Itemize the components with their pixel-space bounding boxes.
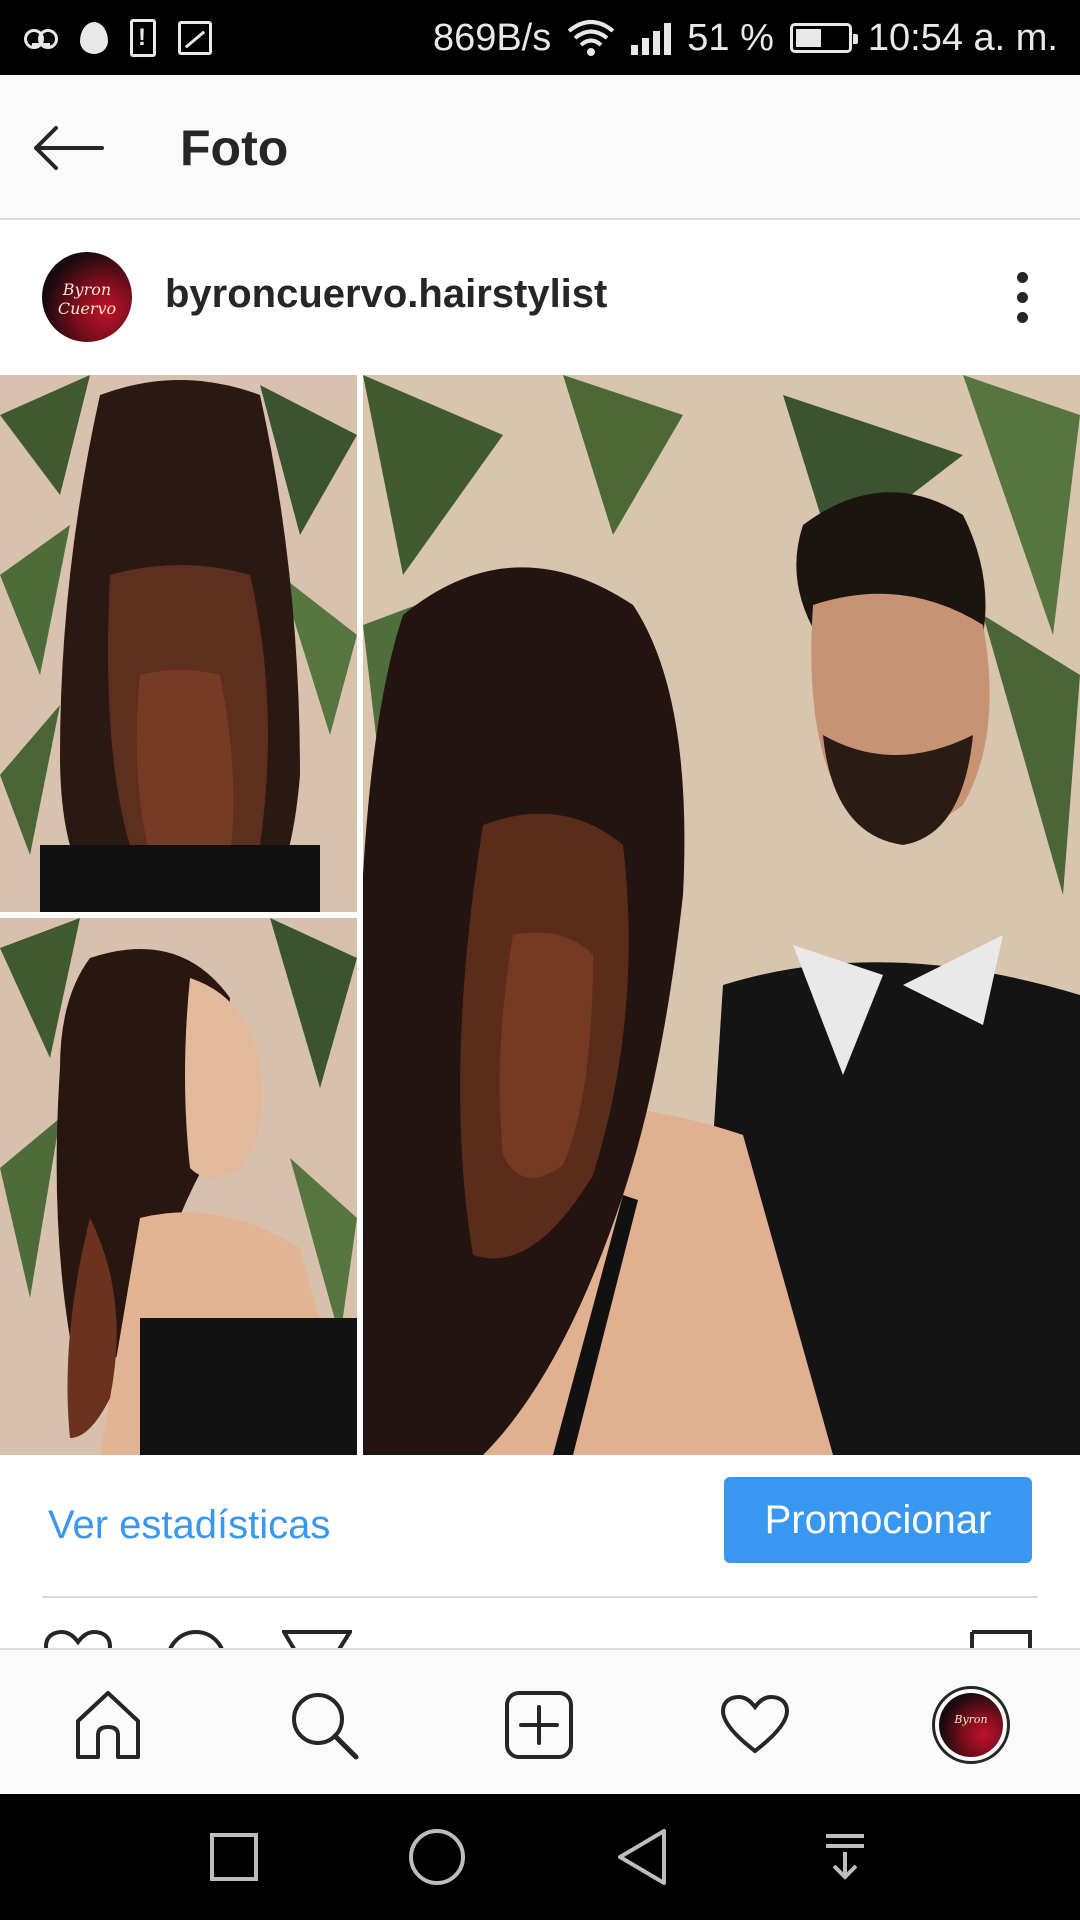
divider: [42, 1596, 1038, 1598]
back-triangle-icon: [618, 1829, 666, 1885]
status-left-icons: [24, 14, 212, 62]
clock: 10:54 a. m.: [867, 16, 1058, 59]
promote-button[interactable]: Promocionar: [724, 1477, 1032, 1563]
nav-activity[interactable]: [710, 1680, 800, 1770]
notifications-pulldown-icon: [826, 1834, 864, 1880]
voicemail-icon: [24, 29, 58, 49]
nav-new-post[interactable]: [494, 1680, 584, 1770]
back-button[interactable]: [28, 113, 108, 183]
comment-icon[interactable]: [163, 1630, 229, 1648]
nav-search[interactable]: [279, 1680, 369, 1770]
post-username[interactable]: byroncuervo.hairstylist: [165, 272, 607, 317]
post-action-icons: [0, 1600, 1080, 1648]
profile-avatar: Byron: [932, 1686, 1010, 1764]
arrow-left-icon: [34, 126, 104, 170]
recents-button[interactable]: [204, 1827, 264, 1887]
avatar-logo-art: Byron Cuervo: [57, 280, 117, 318]
nav-home[interactable]: [63, 1680, 153, 1770]
home-system-button[interactable]: [407, 1827, 467, 1887]
system-nav-bar: [0, 1794, 1080, 1920]
heart-icon: [720, 1694, 790, 1754]
image-icon: [178, 21, 212, 55]
battery-icon: [789, 23, 858, 53]
battery-alert-icon: [130, 19, 156, 57]
nav-profile[interactable]: Byron: [926, 1680, 1016, 1770]
bottom-nav: Byron: [0, 1648, 1080, 1794]
back-system-button[interactable]: [612, 1827, 672, 1887]
battery-percent: 51 %: [687, 16, 774, 59]
post-header: Byron Cuervo byroncuervo.hairstylist: [0, 222, 1080, 372]
photo-panel-hair-back: [0, 375, 357, 912]
photo-panel-profile: [0, 918, 357, 1455]
top-app-bar: Foto: [0, 75, 1080, 220]
page-title: Foto: [180, 120, 289, 176]
data-saver-icon: [80, 22, 108, 54]
recents-square-icon: [210, 1833, 258, 1881]
wifi-icon: [567, 20, 615, 56]
photo-panel-couple: [363, 375, 1080, 1455]
status-bar: 869B/s 51 % 10:54 a. m.: [0, 0, 1080, 75]
view-insights-link[interactable]: Ver estadísticas: [48, 1503, 330, 1548]
bookmark-icon[interactable]: [970, 1630, 1032, 1648]
profile-avatar[interactable]: Byron Cuervo: [42, 252, 132, 342]
status-right: 869B/s 51 % 10:54 a. m.: [433, 12, 1058, 64]
search-icon: [292, 1693, 359, 1760]
more-options-button[interactable]: [992, 262, 1052, 332]
plus-square-icon: [505, 1691, 573, 1759]
home-circle-icon: [409, 1829, 465, 1885]
cell-signal-icon: [631, 21, 672, 55]
notifications-pulldown-button[interactable]: [815, 1827, 875, 1887]
post-photo[interactable]: [0, 375, 1080, 1455]
heart-icon[interactable]: [42, 1629, 114, 1648]
more-vertical-icon: [1016, 271, 1028, 283]
network-speed: 869B/s: [432, 16, 552, 59]
insights-row: Ver estadísticas Promocionar: [0, 1455, 1080, 1595]
home-icon: [76, 1691, 140, 1759]
share-icon[interactable]: [280, 1630, 354, 1648]
